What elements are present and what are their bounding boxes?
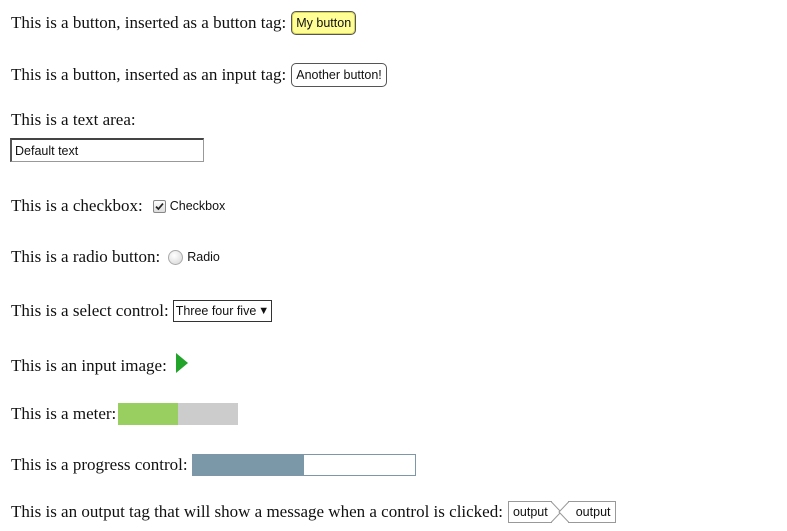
meter-row: This is a meter: xyxy=(11,403,239,425)
select-control[interactable]: Three four five ▼ xyxy=(172,300,273,322)
output-text-2: output xyxy=(575,505,611,519)
output-tag-1: output xyxy=(507,501,562,523)
my-button[interactable]: My button xyxy=(291,11,357,35)
textarea-row: This is a text area: xyxy=(11,110,136,130)
another-button[interactable]: Another button! xyxy=(291,63,387,87)
input-tag-label: This is a button, inserted as an input t… xyxy=(11,65,287,84)
meter-label: This is a meter: xyxy=(11,404,117,423)
output-row: This is an output tag that will show a m… xyxy=(11,501,616,523)
progress-label: This is a progress control: xyxy=(11,455,188,474)
meter-bar xyxy=(118,403,239,425)
output-label: This is an output tag that will show a m… xyxy=(11,502,503,521)
default-text-area[interactable]: Default text xyxy=(10,138,204,162)
radio-text: Radio xyxy=(187,250,220,264)
checkbox-label: This is a checkbox: xyxy=(11,196,143,215)
select-label: This is a select control: xyxy=(11,301,169,320)
button-tag-label: This is a button, inserted as a button t… xyxy=(11,13,287,32)
select-row: This is a select control: Three four fiv… xyxy=(11,300,273,322)
checkbox-input[interactable] xyxy=(152,199,166,213)
button-tag-row: This is a button, inserted as a button t… xyxy=(11,11,357,35)
progress-row: This is a progress control: xyxy=(11,454,416,476)
play-triangle-icon[interactable] xyxy=(175,352,189,379)
input-image-row: This is an input image: xyxy=(11,352,189,379)
output-text-1: output xyxy=(512,505,548,519)
progress-bar xyxy=(191,454,416,476)
checkbox-text: Checkbox xyxy=(169,199,226,213)
input-image-label: This is an input image: xyxy=(11,355,167,375)
radio-input[interactable] xyxy=(168,249,184,265)
progress-fill xyxy=(192,455,304,475)
select-value: Three four five xyxy=(175,304,257,318)
checkbox-row: This is a checkbox: Checkbox xyxy=(11,196,225,216)
dropdown-arrow-icon: ▼ xyxy=(258,304,270,317)
checkmark-icon xyxy=(155,202,164,210)
textarea-label: This is a text area: xyxy=(11,110,136,129)
radio-label: This is a radio button: xyxy=(11,247,161,266)
tag-arrow-left-icon xyxy=(558,501,569,523)
radio-row: This is a radio button: Radio xyxy=(11,247,220,267)
meter-fill xyxy=(118,403,179,425)
output-tag-2: output xyxy=(558,501,616,523)
input-tag-row: This is a button, inserted as an input t… xyxy=(11,63,387,87)
